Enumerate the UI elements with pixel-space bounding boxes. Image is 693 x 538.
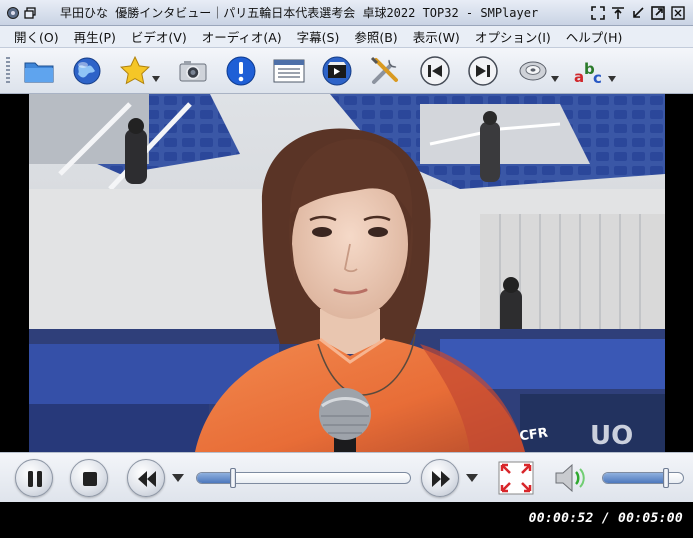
playlist-icon[interactable] <box>272 54 306 88</box>
audio-track-dropdown-icon[interactable] <box>551 76 559 82</box>
stop-button[interactable] <box>70 459 108 497</box>
svg-text:c: c <box>593 69 602 87</box>
menu-view[interactable]: 表示(W) <box>413 27 469 46</box>
window-title: 早田ひな 優勝インタビュー｜パリ五輪日本代表選考会 卓球2022 TOP32 -… <box>60 6 539 20</box>
fullscreen-icon[interactable] <box>498 461 534 495</box>
volume-icon[interactable] <box>552 460 590 496</box>
video-file-icon[interactable] <box>320 54 354 88</box>
volume-slider-fill <box>603 473 666 483</box>
close-icon[interactable] <box>671 5 685 20</box>
main-toolbar: abc <box>0 48 693 94</box>
favorites-dropdown-icon[interactable] <box>152 76 160 82</box>
audio-track-icon[interactable] <box>516 54 550 88</box>
menu-play[interactable]: 再生(P) <box>74 27 125 46</box>
volume-slider[interactable] <box>602 472 684 484</box>
volume-slider-handle[interactable] <box>662 468 669 488</box>
favorites-icon[interactable] <box>118 54 152 88</box>
menu-open[interactable]: 開く(O) <box>14 27 68 46</box>
preferences-icon[interactable] <box>368 54 402 88</box>
video-display[interactable]: UO CFR <box>0 94 693 452</box>
seek-bar-handle[interactable] <box>230 468 237 488</box>
menu-options[interactable]: オプション(I) <box>475 27 560 46</box>
open-url-icon[interactable] <box>70 54 104 88</box>
svg-text:UO: UO <box>590 421 633 451</box>
seek-bar-fill <box>197 473 234 483</box>
menu-subtitles[interactable]: 字幕(S) <box>297 27 349 46</box>
menu-help[interactable]: ヘルプ(H) <box>566 27 632 46</box>
next-icon[interactable] <box>466 54 500 88</box>
menu-audio[interactable]: オーディオ(A) <box>202 27 291 46</box>
open-folder-icon[interactable] <box>22 54 56 88</box>
forward-dropdown-icon[interactable] <box>466 474 478 482</box>
title-bar: 早田ひな 優勝インタビュー｜パリ五輪日本代表選考会 卓球2022 TOP32 -… <box>0 0 693 26</box>
keep-above-icon[interactable] <box>611 6 625 20</box>
rewind-button[interactable] <box>127 459 165 497</box>
info-icon[interactable] <box>224 54 258 88</box>
video-frame: UO CFR <box>0 94 693 452</box>
pause-button[interactable] <box>15 459 53 497</box>
playback-controls <box>0 452 693 502</box>
svg-text:a: a <box>574 68 584 86</box>
minimize-icon[interactable] <box>631 6 645 20</box>
maximize-icon[interactable] <box>651 5 665 20</box>
restore-icon[interactable] <box>23 6 37 20</box>
menu-browse[interactable]: 参照(B) <box>354 27 406 46</box>
seek-bar[interactable] <box>196 472 411 484</box>
rewind-dropdown-icon[interactable] <box>172 474 184 482</box>
menu-video[interactable]: ビデオ(V) <box>131 27 196 46</box>
toolbar-grip[interactable] <box>6 57 10 85</box>
forward-button[interactable] <box>421 459 459 497</box>
subtitles-dropdown-icon[interactable] <box>608 76 616 82</box>
screenshot-icon[interactable] <box>176 54 210 88</box>
app-menu-icon[interactable] <box>6 6 20 20</box>
menu-bar: 開く(O) 再生(P) ビデオ(V) オーディオ(A) 字幕(S) 参照(B) … <box>0 26 693 48</box>
subtitles-icon[interactable]: abc <box>572 54 606 88</box>
previous-icon[interactable] <box>418 54 452 88</box>
time-display: 00:00:52 / 00:05:00 <box>528 511 683 526</box>
status-bar: 00:00:52 / 00:05:00 <box>0 502 693 538</box>
fullscreen-corners-icon[interactable] <box>591 5 605 20</box>
